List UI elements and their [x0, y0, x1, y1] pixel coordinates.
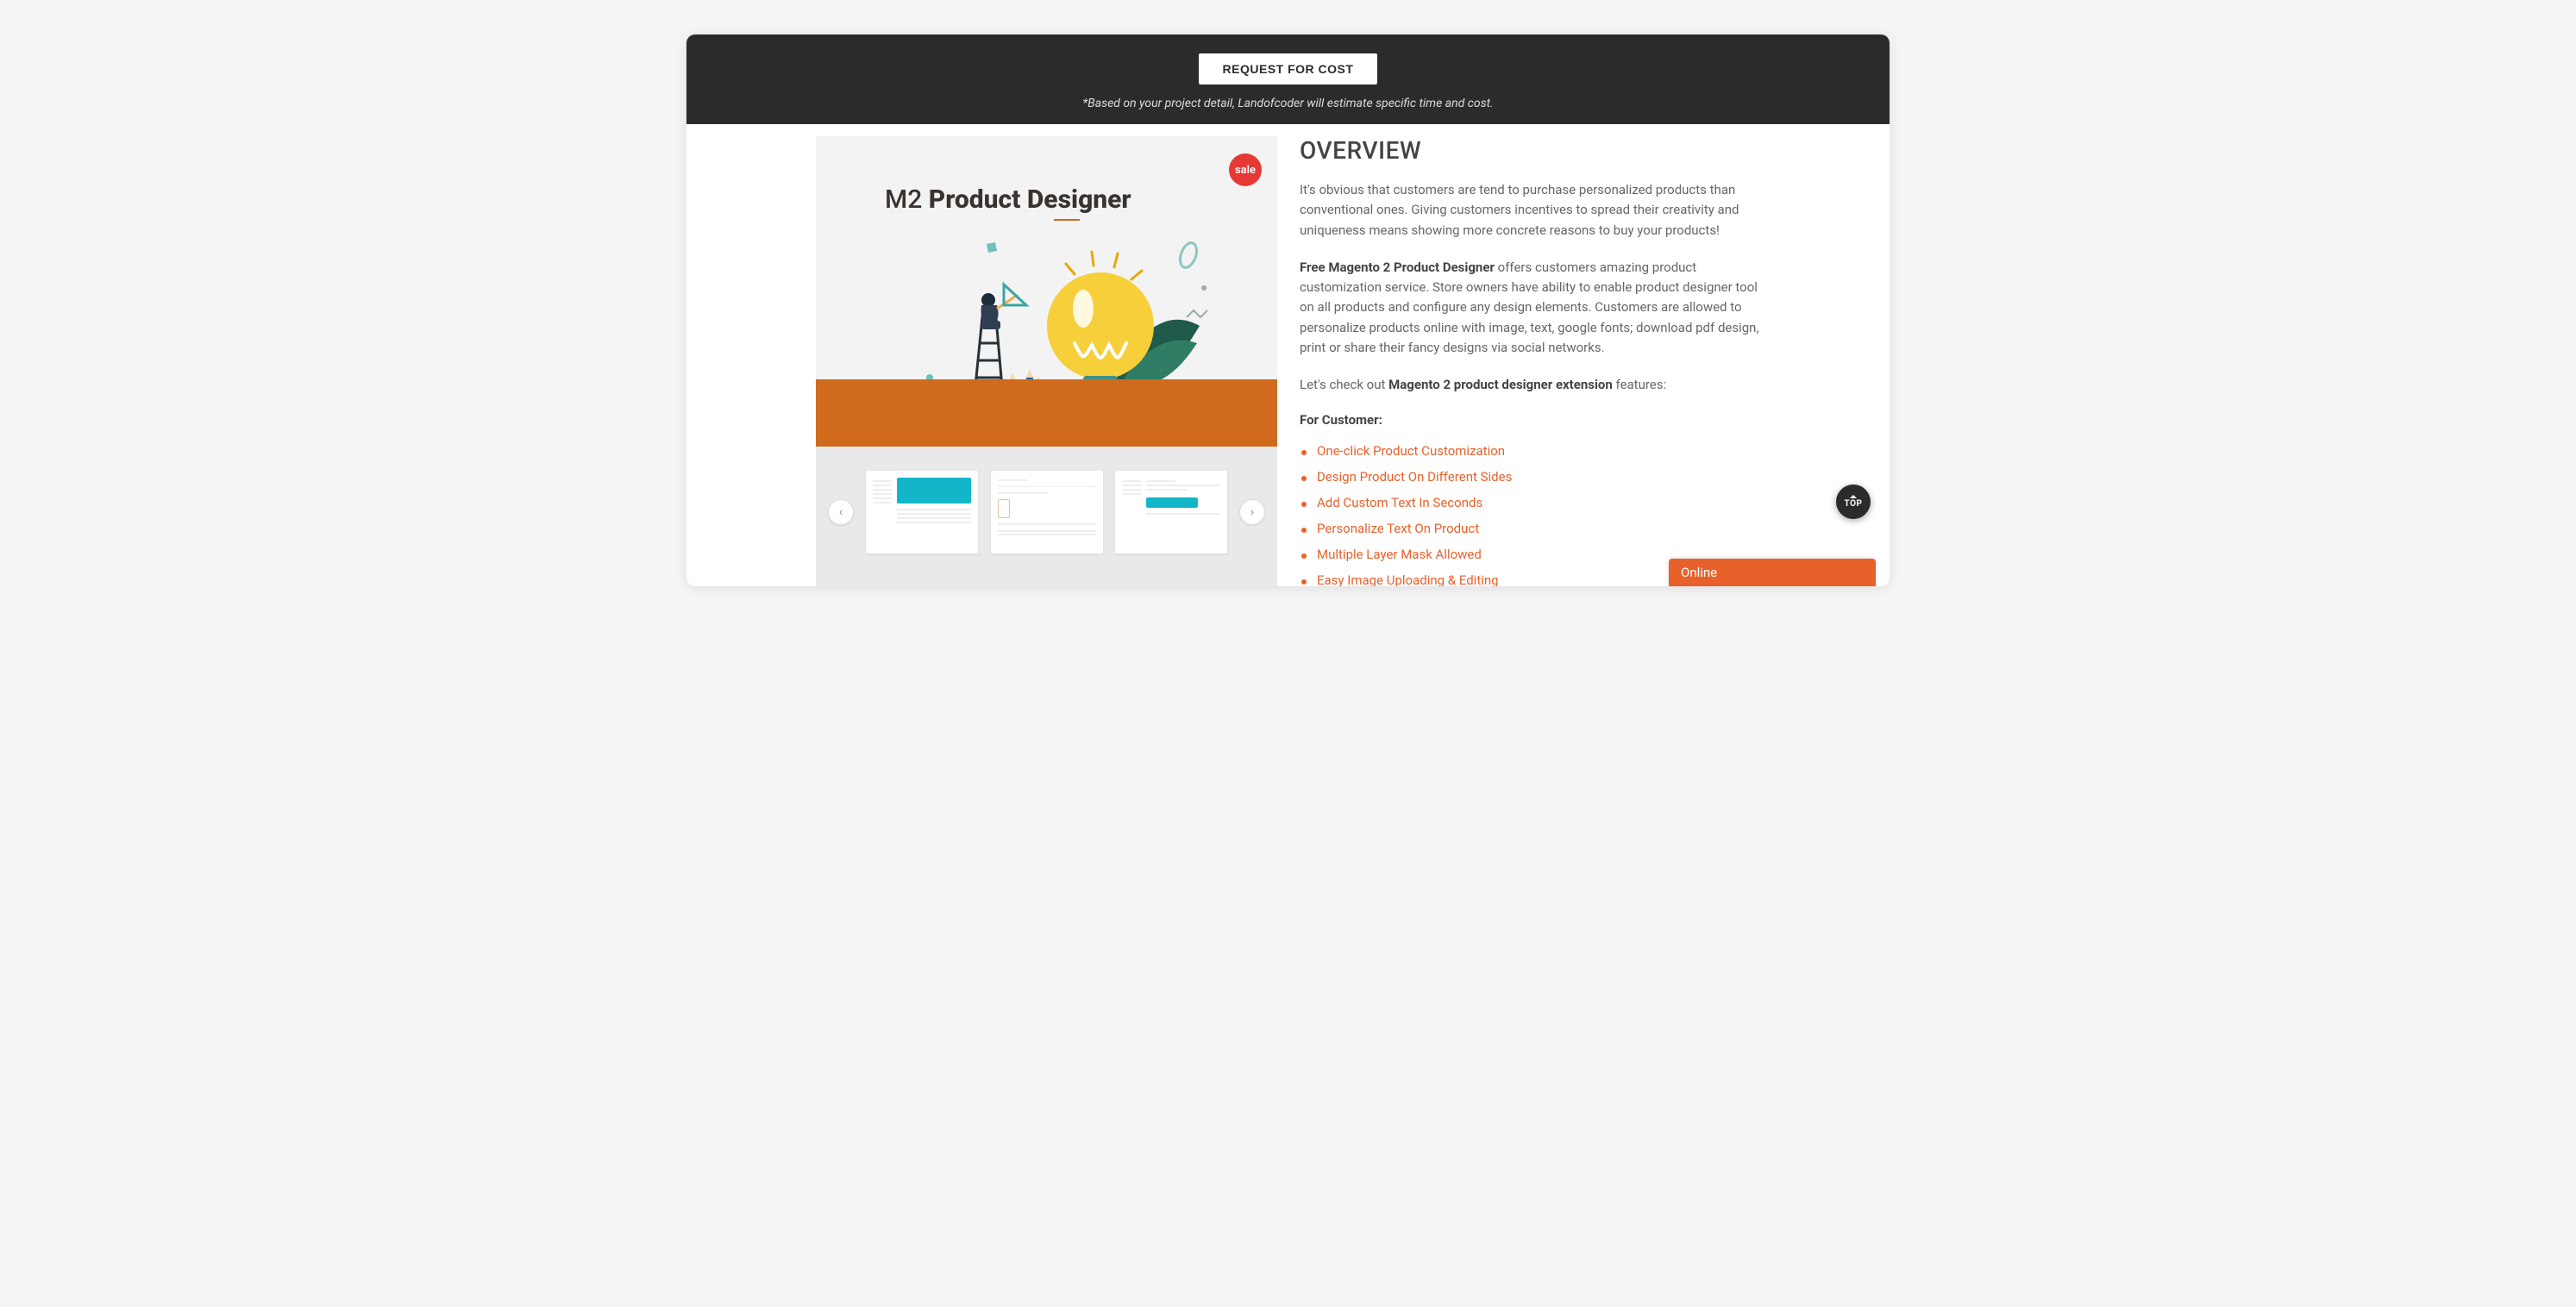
feature-link[interactable]: Easy Image Uploading & Editing — [1317, 572, 1499, 586]
chat-widget[interactable]: Online — [1669, 559, 1876, 586]
feature-item: Personalize Text On Product — [1300, 521, 1760, 536]
overview-heading: OVERVIEW — [1300, 136, 1760, 165]
overview-desc-lead: Free Magento 2 Product Designer — [1300, 260, 1495, 275]
overview-column: OVERVIEW It's obvious that customers are… — [1300, 136, 1760, 586]
feature-link[interactable]: Design Product On Different Sides — [1317, 469, 1512, 485]
chevron-up-icon — [1850, 495, 1857, 498]
hero-title-underline — [1054, 219, 1080, 221]
checkout-suffix: features: — [1613, 377, 1666, 392]
feature-item: Design Product On Different Sides — [1300, 469, 1760, 485]
thumbnail-row: ‹ — [816, 471, 1277, 553]
feature-item: One-click Product Customization — [1300, 443, 1760, 459]
feature-link[interactable]: Multiple Layer Mask Allowed — [1317, 547, 1482, 562]
checkout-bold: Magento 2 product designer extension — [1388, 377, 1613, 392]
request-cost-button[interactable]: REQUEST FOR COST — [1199, 53, 1378, 84]
chat-status-label: Online — [1681, 565, 1717, 580]
thumbnail-3[interactable] — [1115, 471, 1227, 553]
feature-link[interactable]: One-click Product Customization — [1317, 443, 1505, 459]
feature-link[interactable]: Add Custom Text In Seconds — [1317, 495, 1482, 510]
page-card: REQUEST FOR COST *Based on your project … — [686, 34, 1890, 586]
sale-badge: sale — [1229, 153, 1262, 186]
chevron-left-icon: ‹ — [839, 505, 843, 519]
thumbs-next-button[interactable]: › — [1239, 499, 1265, 525]
thumbnail-1[interactable] — [866, 471, 978, 553]
hero-ground — [816, 379, 1277, 447]
overview-description: Free Magento 2 Product Designer offers c… — [1300, 258, 1760, 358]
for-customer-heading: For Customer: — [1300, 412, 1760, 428]
thumbs-prev-button[interactable]: ‹ — [828, 499, 854, 525]
feature-link[interactable]: Personalize Text On Product — [1317, 521, 1479, 536]
feature-item: Add Custom Text In Seconds — [1300, 495, 1760, 510]
back-to-top-button[interactable]: TOP — [1836, 485, 1871, 519]
checkout-prefix: Let's check out — [1300, 377, 1388, 392]
overview-intro: It's obvious that customers are tend to … — [1300, 180, 1760, 241]
hero-title-prefix: M2 — [885, 184, 929, 215]
thumbnail-2[interactable] — [991, 471, 1103, 553]
hero-title-strong: Product Designer — [929, 184, 1131, 215]
product-hero-image[interactable]: M2 Product Designer sale — [816, 136, 1277, 447]
chevron-right-icon: › — [1250, 505, 1254, 519]
back-to-top-label: TOP — [1845, 499, 1863, 509]
hero-title: M2 Product Designer — [885, 184, 1131, 215]
content-row: M2 Product Designer sale — [686, 124, 1890, 586]
product-media-column: M2 Product Designer sale — [816, 136, 1277, 586]
overview-checkout: Let's check out Magento 2 product design… — [1300, 375, 1760, 395]
callout-bar: REQUEST FOR COST *Based on your project … — [686, 34, 1890, 124]
callout-note: *Based on your project detail, Landofcod… — [704, 97, 1872, 110]
